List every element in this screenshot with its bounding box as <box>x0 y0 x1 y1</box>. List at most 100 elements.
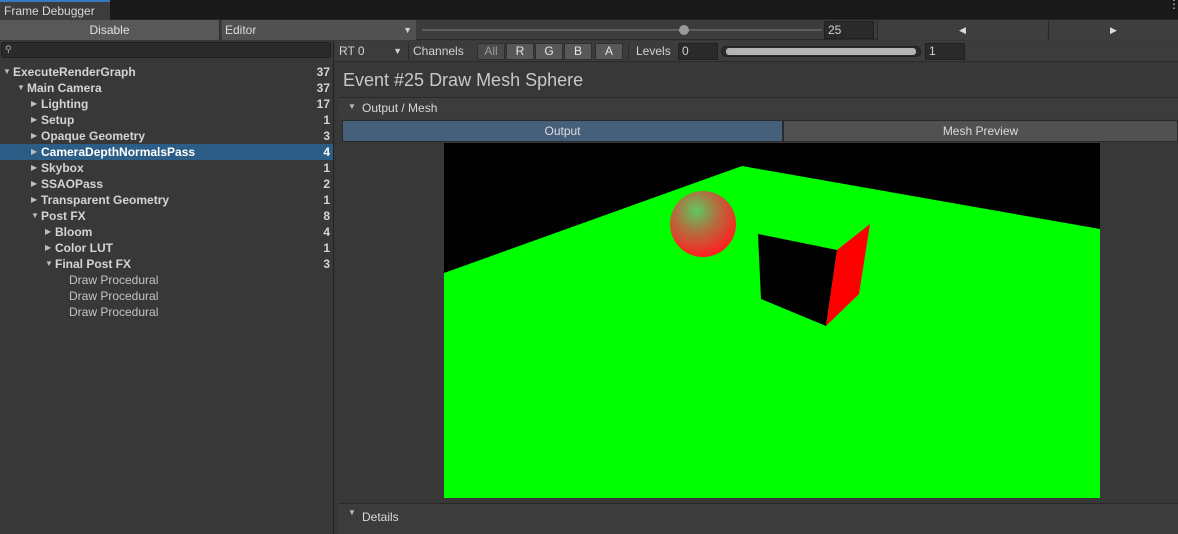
debugger-toolbar: Disable Editor ▼ 25 ◀ ▶ <box>0 20 1178 40</box>
tree-row-count: 3 <box>323 129 330 143</box>
event-slider-thumb[interactable] <box>679 25 689 35</box>
tree-row-count: 37 <box>316 65 330 79</box>
tree-row[interactable]: ▼ Final Post FX 3 <box>0 256 333 272</box>
tree-row[interactable]: Draw Procedural <box>0 304 333 320</box>
tree-row-count: 1 <box>323 193 330 207</box>
tree-row-count: 1 <box>323 161 330 175</box>
tab-frame-debugger[interactable]: Frame Debugger <box>0 0 110 20</box>
next-event-button[interactable]: ▶ <box>1048 20 1178 40</box>
levels-range-slider[interactable] <box>721 46 921 57</box>
tree-row[interactable]: ▶ Color LUT 1 <box>0 240 333 256</box>
levels-range-fill[interactable] <box>726 48 916 55</box>
tree-row-label: SSAOPass <box>41 177 104 191</box>
target-dropdown-label: Editor <box>225 23 257 37</box>
output-view-tabs: Output Mesh Preview <box>342 120 1178 142</box>
levels-min-field[interactable]: 0 <box>678 43 718 60</box>
toolbar-divider <box>628 43 629 60</box>
chevron-down-icon: ▼ <box>403 25 412 35</box>
search-input[interactable]: ⚲ <box>1 42 331 58</box>
tree-row[interactable]: ▶ Opaque Geometry 3 <box>0 128 333 144</box>
tree-row-label: Final Post FX <box>55 257 132 271</box>
tree-row-count: 1 <box>323 241 330 255</box>
foldout-expanded-icon: ▼ <box>348 102 356 111</box>
event-hierarchy-panel: ⚲ ▼ ExecuteRenderGraph 37 ▼ Main Camera 37 ▶ Li… <box>0 41 334 534</box>
render-target-preview <box>444 143 1100 498</box>
tree-row[interactable]: ▶ SSAOPass 2 <box>0 176 333 192</box>
tree-row-label: Draw Procedural <box>69 305 159 319</box>
tree-row[interactable]: ▶ CameraDepthNormalsPass 4 <box>0 144 333 160</box>
foldout-expanded-icon[interactable]: ▼ <box>3 64 13 80</box>
tree-row-label: Draw Procedural <box>69 273 159 287</box>
foldout-expanded-icon: ▼ <box>348 508 356 517</box>
output-mesh-label: Output / Mesh <box>362 101 438 115</box>
event-slider-track[interactable] <box>422 29 822 31</box>
foldout-collapsed-icon[interactable]: ▶ <box>31 144 41 160</box>
tree-row-label: Transparent Geometry <box>41 193 170 207</box>
render-target-dropdown[interactable]: RT 0 ▼ <box>335 42 405 61</box>
arrow-left-icon: ◀ <box>959 25 966 35</box>
foldout-collapsed-icon[interactable]: ▶ <box>31 96 41 112</box>
tab-mesh-preview[interactable]: Mesh Preview <box>783 120 1178 142</box>
tree-row[interactable]: ▼ ExecuteRenderGraph 37 <box>0 64 333 80</box>
tree-row[interactable]: ▶ Setup 1 <box>0 112 333 128</box>
window-titlebar: Frame Debugger ⋮ <box>0 0 1178 20</box>
previous-event-button[interactable]: ◀ <box>877 20 1047 40</box>
channel-a-button[interactable]: A <box>595 43 623 60</box>
tree-row-count: 3 <box>323 257 330 271</box>
tree-row[interactable]: Draw Procedural <box>0 272 333 288</box>
channel-r-button[interactable]: R <box>506 43 534 60</box>
foldout-collapsed-icon[interactable]: ▶ <box>31 192 41 208</box>
tree-row-count: 8 <box>323 209 330 223</box>
tree-row[interactable]: ▶ Bloom 4 <box>0 224 333 240</box>
tree-row-label: Setup <box>41 113 75 127</box>
foldout-expanded-icon[interactable]: ▼ <box>31 208 41 224</box>
channels-label: Channels <box>413 44 464 58</box>
levels-label: Levels <box>636 44 671 58</box>
tree-row[interactable]: ▼ Main Camera 37 <box>0 80 333 96</box>
tree-row[interactable]: ▶ Transparent Geometry 1 <box>0 192 333 208</box>
tree-row-label: Bloom <box>55 225 93 239</box>
render-target-label: RT 0 <box>339 44 365 58</box>
tree-row-label: CameraDepthNormalsPass <box>41 145 196 159</box>
foldout-collapsed-icon[interactable]: ▶ <box>31 112 41 128</box>
search-icon: ⚲ <box>5 44 12 54</box>
output-toolbar: RT 0 ▼ Channels All R G B A Levels 0 1 <box>335 41 1178 62</box>
chevron-down-icon: ▼ <box>393 46 402 56</box>
scene-render <box>444 143 1100 498</box>
tree-row-label: Draw Procedural <box>69 289 159 303</box>
tree-row[interactable]: ▶ Skybox 1 <box>0 160 333 176</box>
tree-row[interactable]: ▼ Post FX 8 <box>0 208 333 224</box>
tree-row-count: 4 <box>323 145 330 159</box>
event-index-field[interactable]: 25 <box>824 21 874 39</box>
tree-row-label: Opaque Geometry <box>41 129 146 143</box>
arrow-right-icon: ▶ <box>1110 25 1117 35</box>
tree-row[interactable]: ▶ Lighting 17 <box>0 96 333 112</box>
channel-g-button[interactable]: G <box>535 43 563 60</box>
foldout-collapsed-icon[interactable]: ▶ <box>45 224 55 240</box>
tree-row-label: Main Camera <box>27 81 102 95</box>
tree-row[interactable]: Draw Procedural <box>0 288 333 304</box>
foldout-expanded-icon[interactable]: ▼ <box>17 80 27 96</box>
foldout-collapsed-icon[interactable]: ▶ <box>31 128 41 144</box>
channel-all-button[interactable]: All <box>477 43 505 60</box>
foldout-collapsed-icon[interactable]: ▶ <box>45 240 55 256</box>
foldout-collapsed-icon[interactable]: ▶ <box>31 176 41 192</box>
tree-row-label: Color LUT <box>55 241 113 255</box>
event-tree: ▼ ExecuteRenderGraph 37 ▼ Main Camera 37 ▶ Ligh… <box>0 64 333 320</box>
tab-output[interactable]: Output <box>342 120 783 142</box>
foldout-collapsed-icon[interactable]: ▶ <box>31 160 41 176</box>
levels-max-field[interactable]: 1 <box>925 43 965 60</box>
sphere-mesh <box>670 191 736 257</box>
disable-button[interactable]: Disable <box>0 20 220 40</box>
toolbar-divider <box>408 43 409 60</box>
details-foldout[interactable]: ▼ Details <box>339 503 1178 534</box>
kebab-menu-icon[interactable]: ⋮ <box>1168 0 1178 10</box>
channel-b-button[interactable]: B <box>564 43 592 60</box>
tree-row-label: Lighting <box>41 97 89 111</box>
output-mesh-foldout[interactable]: ▼ Output / Mesh <box>339 97 1178 119</box>
tree-row-count: 4 <box>323 225 330 239</box>
tree-row-count: 17 <box>316 97 330 111</box>
target-dropdown[interactable]: Editor ▼ <box>222 20 416 40</box>
tree-row-count: 2 <box>323 177 330 191</box>
foldout-expanded-icon[interactable]: ▼ <box>45 256 55 272</box>
